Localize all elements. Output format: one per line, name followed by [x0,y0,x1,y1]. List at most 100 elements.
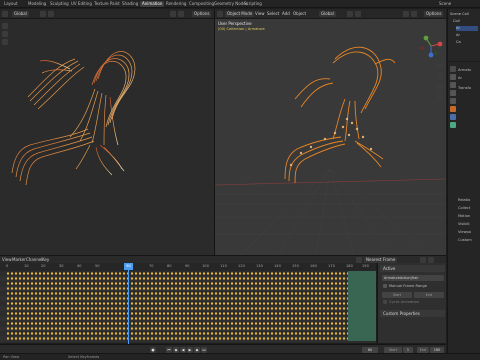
keyframe-strip[interactable] [6,312,348,315]
frame-ruler[interactable]: 0 10 20 30 40 50 70 80 90 100 110 120 13… [0,263,376,271]
right-viewport-header: Object Mode View Select Add Object Globa… [215,9,446,19]
mode-dropdown[interactable]: Object Mode [225,11,255,17]
workspace-tab-rendering[interactable]: Rendering [164,1,188,7]
outliner-row[interactable]: Scene Coll [450,12,469,17]
ruler-tick: 10 [24,264,29,268]
right-orientation-dropdown[interactable]: Global [319,11,336,17]
ruler-tick: 120 [238,264,245,268]
menu-add[interactable]: Add [282,11,290,17]
keyframe-strip[interactable] [6,282,348,285]
left-hair-render [11,51,136,186]
editor-type-icon[interactable] [2,11,8,17]
workspace-tab-modeling[interactable]: Modeling [26,1,48,7]
keyframe-tracks[interactable] [0,271,376,343]
overlay-icon[interactable] [170,11,176,17]
playback-bar: ● ⏮ ◆ ◀ ▶ ◆ ⏭ 60 Start 1 End 180 [0,344,446,353]
section-viewport[interactable]: Viewpo [458,230,471,235]
custom-properties-header[interactable]: Custom Properties [380,310,445,317]
ruler-tick: 140 [274,264,281,268]
left-viewport[interactable] [0,19,214,260]
keyframe-strip[interactable] [6,297,348,300]
workspace-tab-layout[interactable]: Layout [2,1,20,7]
view-layer-tab-icon[interactable] [450,90,456,96]
snap-icon[interactable] [355,11,361,17]
section-relations[interactable]: Relatio [458,198,470,203]
keyframe-strip[interactable] [6,332,348,335]
ortho-grid-icon[interactable] [437,93,443,99]
pivot-icon[interactable] [347,11,353,17]
section-custom[interactable]: Custom [458,238,472,243]
action-side-panel: Active ArmatureAction|Hair Manual Frame … [377,263,446,343]
overlay-icon[interactable] [403,11,409,17]
end-field[interactable]: End [414,292,444,298]
zoom-icon[interactable] [437,63,443,69]
menu-select[interactable]: Select [267,11,279,17]
ruler-tick: 90 [185,264,190,268]
manual-range-checkbox[interactable] [383,284,387,288]
workspace-tab-sculpting[interactable]: Sculpting [48,1,71,7]
render-tab-icon[interactable] [450,74,456,80]
right-hair-render [215,46,446,260]
keyframe-strip[interactable] [6,287,348,290]
outliner-row-selected[interactable]: Ar [456,26,478,31]
workspace-tab-animation[interactable]: Animation [140,1,165,7]
section-visibility[interactable]: Visibili [458,222,470,227]
right-options-button[interactable]: Options [424,11,444,17]
dopesheet-header: View Marker Channel Key Nearest Frame [0,255,446,263]
camera-view-icon[interactable] [437,83,443,89]
keyframe-strip[interactable] [6,327,348,330]
left-orientation-dropdown[interactable]: Global [12,11,29,17]
pan-hand-icon[interactable] [437,73,443,79]
action-name-field[interactable]: ArmatureAction|Hair [382,275,444,281]
workspace-tab-shading[interactable]: Shading [120,1,140,7]
workspace-tab-texture-paint[interactable]: Texture Paint [92,1,122,7]
ruler-tick: 190 [362,264,369,268]
ruler-tick: 40 [77,264,82,268]
section-transform[interactable]: Transfo [458,86,471,91]
menu-view[interactable]: View [255,11,265,17]
playhead-line[interactable] [128,263,129,344]
keyframe-strip[interactable] [6,302,348,305]
left-options-button[interactable]: Options [192,11,212,17]
object-tab-icon[interactable] [450,106,456,112]
section-collections[interactable]: Collect [458,206,470,211]
modifier-tab-icon[interactable] [450,114,456,120]
properties-panel[interactable]: Armatu Ar Transfo Relatio Collect Motion… [447,62,480,360]
x-axis-line [215,178,446,186]
outliner-row[interactable]: Coll [453,19,460,24]
scene-selector[interactable]: Scene [437,1,453,7]
data-tab-icon[interactable] [450,122,456,128]
start-field[interactable]: Start [382,292,412,298]
keyframe-strip[interactable] [6,292,348,295]
shading-icon[interactable] [178,11,184,17]
keyframe-strip[interactable] [6,307,348,310]
keyframe-strip[interactable] [6,322,348,325]
keyframe-strip[interactable] [6,272,348,275]
workspace-tab-scripting[interactable]: Scripting [242,1,264,7]
menu-object[interactable]: Object [293,11,306,17]
keyframe-strip[interactable] [6,337,348,340]
tool-tab-icon[interactable] [450,66,456,72]
cyclic-checkbox[interactable] [383,300,387,304]
navigation-gizmo[interactable] [418,33,444,59]
workspace-tab-uv-editing[interactable]: UV Editing [69,1,94,7]
editor-type-icon[interactable] [217,11,223,17]
top-bar: Layout Modeling Sculpting UV Editing Tex… [0,0,480,8]
track-row[interactable] [0,336,376,341]
section-motion[interactable]: Motion [458,214,470,219]
pivot-icon[interactable] [40,11,46,17]
outliner-row[interactable]: Ca [456,40,461,45]
scene-tab-icon[interactable] [450,98,456,104]
right-viewport[interactable]: User Perspective (00) Collection | Armat… [215,19,446,260]
ruler-tick: 150 [292,264,299,268]
active-panel-header[interactable]: Active [380,265,445,272]
keyframe-strip[interactable] [6,277,348,280]
shading-icon[interactable] [411,11,417,17]
outliner-row[interactable]: Ar [456,33,460,38]
current-frame-indicator[interactable]: 60 [124,263,133,270]
output-tab-icon[interactable] [450,82,456,88]
outliner[interactable]: Scene Coll Coll Ar Ar Ca [447,9,480,61]
props-object-name: Armatu [458,68,472,72]
keyframe-strip[interactable] [6,317,348,320]
snap-icon[interactable] [48,11,54,17]
